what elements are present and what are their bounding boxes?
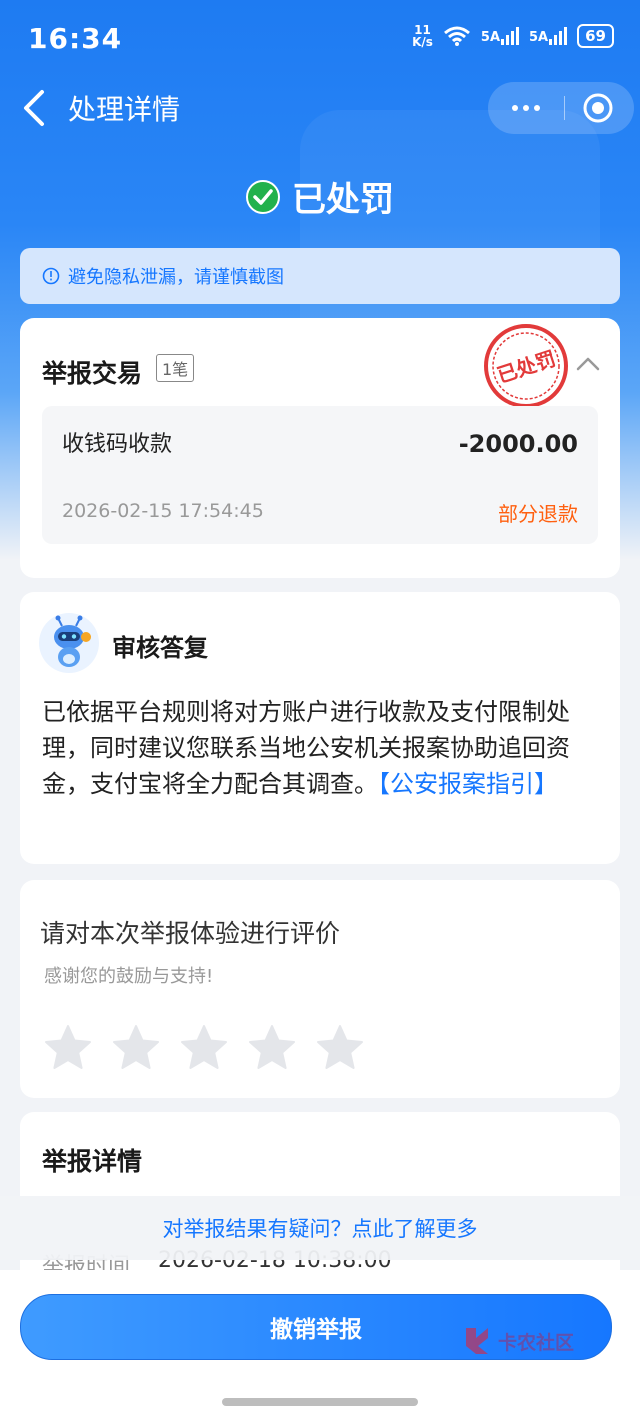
star-icon[interactable] [44, 1024, 92, 1072]
bottom-action-area: 对举报结果有疑问？点此了解更多 撤销举报 卡农社区 [0, 1196, 640, 1416]
sim2-label: 5A [529, 30, 549, 45]
police-report-guide-link[interactable]: 【公安报案指引】 [378, 770, 558, 798]
review-reply-card: 审核答复 已依据平台规则将对方账户进行收款及支付限制处理，同时建议您联系当地公安… [20, 592, 620, 864]
report-transaction-card: 举报交易 1笔 已处罚 收钱码收款 -2000.00 2026-02-15 17… [20, 318, 620, 578]
star-icon[interactable] [180, 1024, 228, 1072]
rating-subtitle: 感谢您的鼓励与支持! [44, 966, 214, 987]
signal-sim2: 5A [529, 27, 568, 45]
forum-watermark: 卡农社区 [462, 1326, 574, 1356]
rating-stars [44, 1024, 364, 1072]
forum-watermark-text: 卡农社区 [498, 1331, 575, 1354]
sim1-label: 5A [480, 30, 501, 45]
transaction-status: 部分退款 [498, 502, 578, 526]
transaction-item[interactable]: 收钱码收款 -2000.00 2026-02-15 17:54:45 部分退款 [42, 406, 598, 544]
privacy-notice-text: 避免隐私泄漏，请谨慎截图 [68, 267, 284, 288]
status-icons: 11 K/s 5A 5A 69 [412, 24, 614, 48]
transaction-amount: -2000.00 [458, 430, 578, 458]
review-body: 已依据平台规则将对方账户进行收款及支付限制处理，同时建议您联系当地公安机关报案协… [42, 694, 602, 802]
home-indicator[interactable] [222, 1398, 418, 1406]
result-query-link[interactable]: 对举报结果有疑问？点此了解更多 [163, 1213, 478, 1243]
result-status-text: 已处罚 [292, 180, 394, 220]
network-speed-unit: K/s [412, 35, 433, 49]
battery-indicator: 69 [577, 24, 614, 48]
stamp-text: 已处罚 [494, 346, 558, 387]
transaction-name: 收钱码收款 [62, 432, 173, 457]
signal-sim1: 5A [480, 27, 520, 45]
result-status: 已处罚 [0, 172, 640, 221]
back-arrow-icon[interactable] [16, 88, 56, 128]
robot-avatar-icon [39, 613, 99, 673]
page-title: 处理详情 [68, 93, 181, 126]
status-time: 16:34 [28, 22, 123, 55]
nav-bar: 处理详情 [0, 80, 640, 136]
privacy-notice: 避免隐私泄漏，请谨慎截图 [20, 248, 620, 304]
query-banner: 对举报结果有疑问？点此了解更多 [0, 1196, 640, 1260]
wifi-icon [443, 26, 470, 46]
report-transaction-title: 举报交易 [42, 359, 143, 388]
check-circle-icon [246, 179, 280, 214]
star-icon[interactable] [112, 1024, 160, 1072]
star-icon[interactable] [248, 1024, 296, 1072]
signal-bars-icon [501, 27, 520, 45]
more-menu-icon[interactable] [488, 82, 564, 134]
report-details-title: 举报详情 [42, 1147, 143, 1176]
review-title: 审核答复 [112, 634, 208, 662]
network-speed: 11 K/s [412, 24, 433, 48]
chevron-up-icon[interactable] [576, 356, 600, 372]
close-miniapp-icon[interactable] [582, 92, 614, 124]
star-icon[interactable] [316, 1024, 364, 1072]
rating-title: 请对本次举报体验进行评价 [40, 919, 341, 948]
info-icon [42, 267, 60, 285]
transaction-time: 2026-02-15 17:54:45 [62, 500, 264, 522]
forum-logo-icon [466, 1328, 488, 1354]
signal-bars-icon [549, 27, 568, 45]
miniapp-capsule [488, 82, 634, 134]
transaction-count-badge: 1笔 [156, 354, 195, 382]
penalty-stamp-icon: 已处罚 [484, 324, 568, 408]
status-bar: 16:34 11 K/s 5A 5A 69 [0, 0, 640, 80]
capsule-divider [564, 96, 565, 120]
rating-card: 请对本次举报体验进行评价 感谢您的鼓励与支持! [20, 880, 620, 1098]
